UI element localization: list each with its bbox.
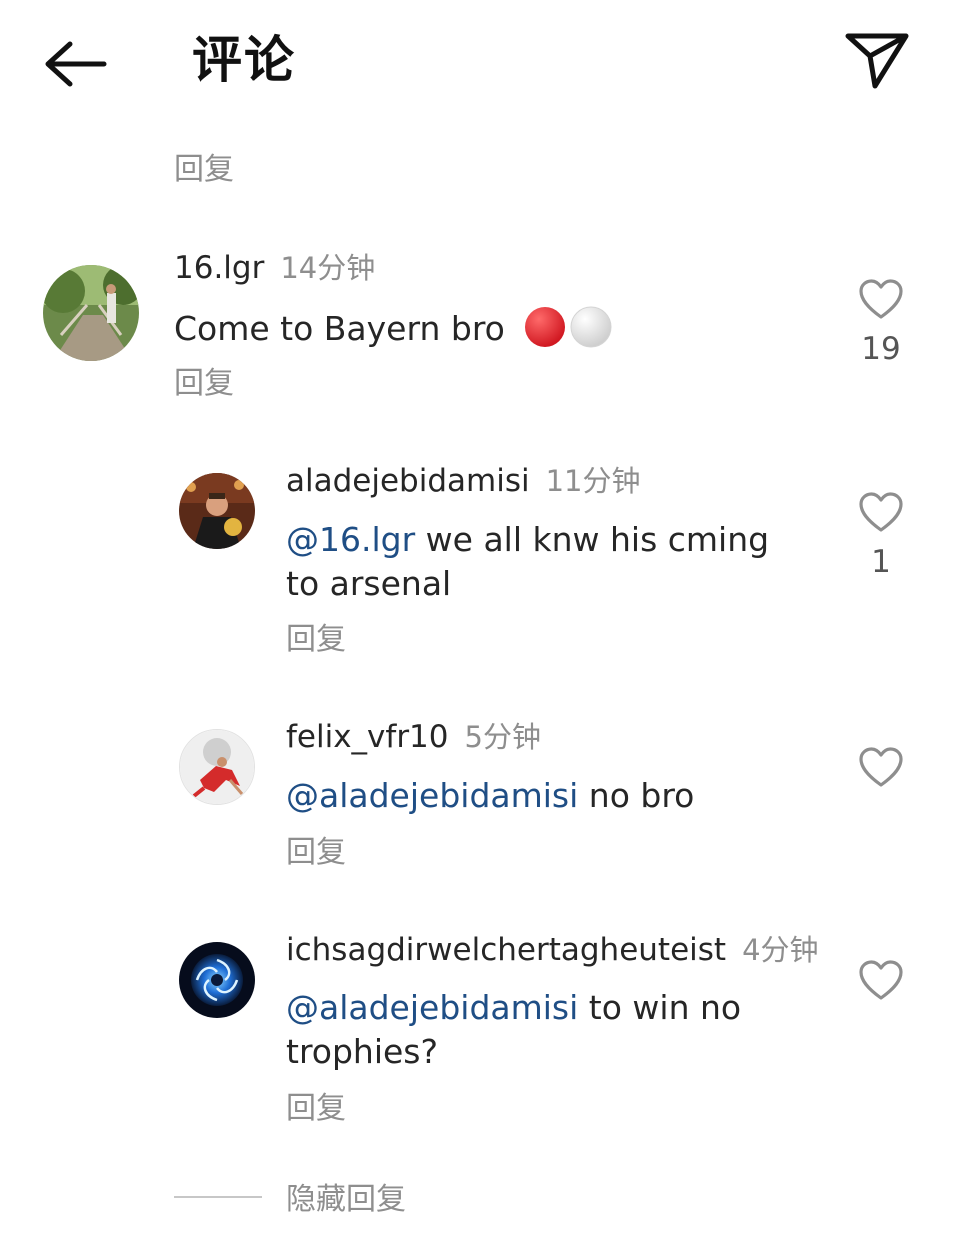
reply-button[interactable]: 回复 — [286, 1091, 346, 1127]
mention-link[interactable]: @16.lgr — [286, 520, 415, 559]
mention-link[interactable]: @aladejebidamisi — [286, 776, 578, 815]
heart-icon — [859, 492, 903, 532]
reply-text-content: to win no — [578, 988, 742, 1027]
reply-button[interactable]: 回复 — [174, 366, 234, 402]
like-button[interactable] — [857, 745, 905, 789]
reply-username[interactable]: aladejebidamisi — [286, 463, 530, 499]
divider-line — [174, 1196, 262, 1198]
avatar[interactable] — [43, 265, 139, 361]
like-count: 1 — [871, 544, 891, 580]
reply-text: @aladejebidamisi no bro — [286, 774, 694, 818]
reply-text-content: to arsenal — [286, 564, 452, 603]
heart-icon — [859, 279, 903, 319]
comment-username[interactable]: 16.lgr — [174, 250, 264, 286]
red-circle-icon — [525, 307, 566, 347]
heart-icon — [859, 747, 903, 787]
like-button[interactable] — [857, 490, 905, 534]
back-button[interactable] — [40, 36, 110, 92]
reply-text: @16.lgr we all knw his cming to arsenal — [286, 518, 769, 606]
reply-time: 5分钟 — [464, 720, 541, 754]
avatar-image — [180, 730, 254, 804]
comment-text: Come to Bayern bro — [174, 305, 613, 351]
white-circle-icon — [570, 306, 612, 348]
mention-link[interactable]: @aladejebidamisi — [286, 988, 578, 1027]
avatar-image — [179, 942, 255, 1018]
hide-replies-button[interactable]: 隐藏回复 — [286, 1182, 406, 1218]
share-button[interactable] — [842, 28, 912, 92]
like-button[interactable] — [857, 958, 905, 1002]
reply-username[interactable]: ichsagdirwelchertagheuteist — [286, 932, 726, 968]
reply-time: 4分钟 — [742, 933, 819, 967]
reply-text-content: trophies? — [286, 1032, 439, 1071]
reply-text: @aladejebidamisi to win no trophies? — [286, 986, 741, 1074]
like-count: 19 — [861, 331, 901, 367]
reply-username[interactable]: felix_vfr10 — [286, 719, 449, 755]
like-button[interactable] — [857, 277, 905, 321]
arrow-left-icon — [45, 41, 107, 87]
heart-icon — [859, 960, 903, 1000]
reply-button[interactable]: 回复 — [286, 835, 346, 871]
avatar-image — [43, 265, 139, 361]
comment-text-content: Come to Bayern bro — [174, 309, 505, 348]
avatar[interactable] — [179, 473, 255, 549]
reply-button[interactable]: 回复 — [174, 152, 234, 188]
avatar-image — [179, 473, 255, 549]
reply-button[interactable]: 回复 — [286, 622, 346, 658]
avatar[interactable] — [179, 942, 255, 1018]
page-title: 评论 — [192, 31, 296, 89]
avatar[interactable] — [179, 729, 255, 805]
reply-time: 11分钟 — [545, 464, 641, 498]
send-icon — [845, 33, 909, 89]
reply-text-content: no bro — [578, 776, 695, 815]
reply-text-content: we all knw his cming — [415, 520, 770, 559]
comment-time: 14分钟 — [280, 251, 376, 285]
